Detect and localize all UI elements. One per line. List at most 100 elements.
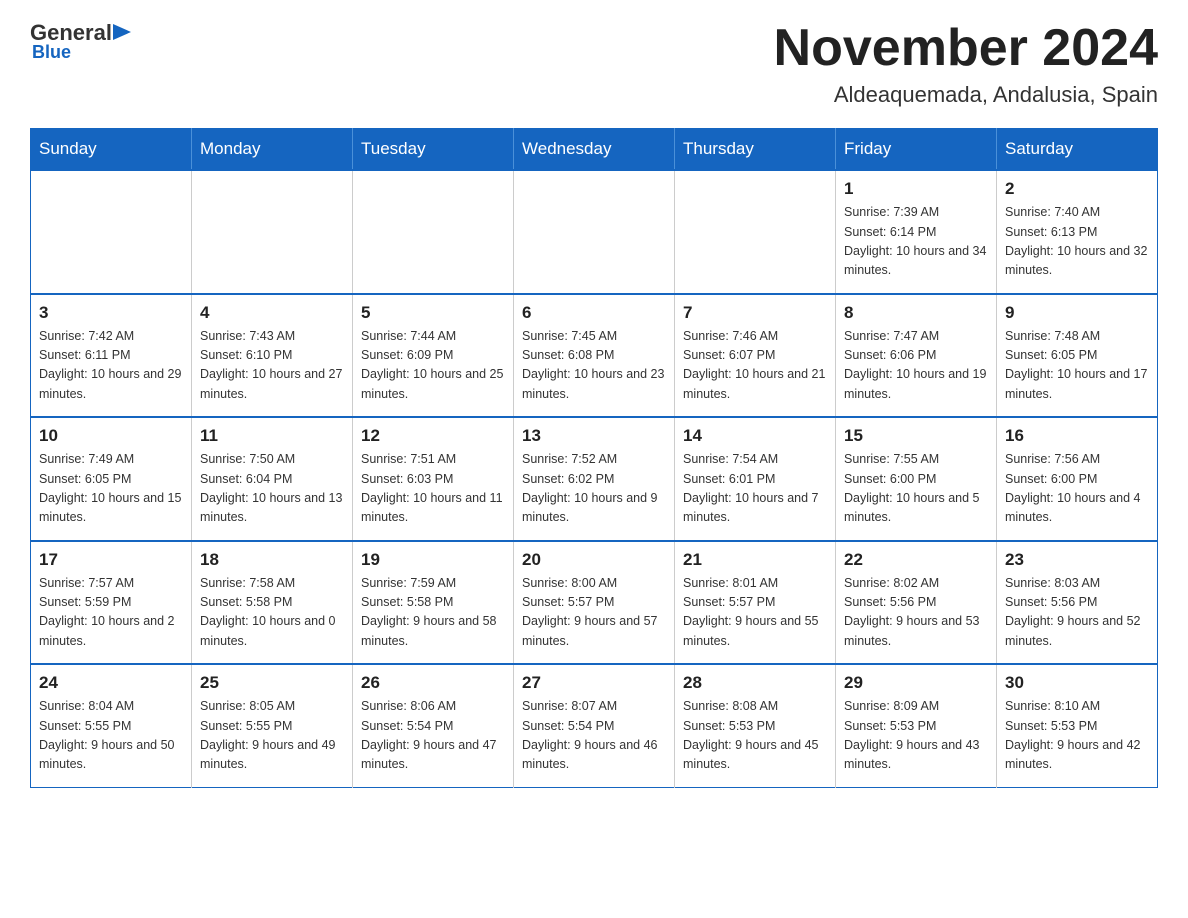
day-info: Sunrise: 7:44 AM Sunset: 6:09 PM Dayligh…: [361, 327, 505, 405]
calendar-cell: 28Sunrise: 8:08 AM Sunset: 5:53 PM Dayli…: [675, 664, 836, 787]
day-number: 20: [522, 550, 666, 570]
day-info: Sunrise: 7:40 AM Sunset: 6:13 PM Dayligh…: [1005, 203, 1149, 281]
calendar-cell: 30Sunrise: 8:10 AM Sunset: 5:53 PM Dayli…: [997, 664, 1158, 787]
calendar-table: SundayMondayTuesdayWednesdayThursdayFrid…: [30, 128, 1158, 788]
calendar-week-row: 17 Sunrise: 7:57 AM Sunset: 5:59 PM Dayli…: [31, 541, 1158, 665]
day-number: 26: [361, 673, 505, 693]
calendar-cell: 9Sunrise: 7:48 AM Sunset: 6:05 PM Daylig…: [997, 294, 1158, 418]
calendar-cell: 1 Sunrise: 7:39 AM Sunset: 6:14 PM Daylig…: [836, 170, 997, 294]
calendar-cell: 22 Sunrise: 8:02 AM Sunset: 5:56 PM Dayli…: [836, 541, 997, 665]
calendar-cell: 12 Sunrise: 7:51 AM Sunset: 6:03 PM Dayli…: [353, 417, 514, 541]
day-number: 14: [683, 426, 827, 446]
day-number: 12: [361, 426, 505, 446]
calendar-cell: 8 Sunrise: 7:47 AM Sunset: 6:06 PM Daylig…: [836, 294, 997, 418]
day-info: Sunrise: 7:55 AM Sunset: 6:00 PM Dayligh…: [844, 450, 988, 528]
day-info: Sunrise: 8:00 AM Sunset: 5:57 PM Dayligh…: [522, 574, 666, 652]
day-info: Sunrise: 7:57 AM Sunset: 5:59 PM Dayligh…: [39, 574, 183, 652]
day-number: 27: [522, 673, 666, 693]
calendar-cell: 7Sunrise: 7:46 AM Sunset: 6:07 PM Daylig…: [675, 294, 836, 418]
calendar-cell: 5 Sunrise: 7:44 AM Sunset: 6:09 PM Daylig…: [353, 294, 514, 418]
day-number: 13: [522, 426, 666, 446]
day-info: Sunrise: 7:47 AM Sunset: 6:06 PM Dayligh…: [844, 327, 988, 405]
day-number: 28: [683, 673, 827, 693]
day-header-thursday: Thursday: [675, 129, 836, 171]
month-title: November 2024: [774, 20, 1158, 77]
day-info: Sunrise: 7:50 AM Sunset: 6:04 PM Dayligh…: [200, 450, 344, 528]
day-info: Sunrise: 8:04 AM Sunset: 5:55 PM Dayligh…: [39, 697, 183, 775]
day-info: Sunrise: 7:46 AM Sunset: 6:07 PM Dayligh…: [683, 327, 827, 405]
calendar-cell: 21 Sunrise: 8:01 AM Sunset: 5:57 PM Dayli…: [675, 541, 836, 665]
calendar-cell: [514, 170, 675, 294]
day-info: Sunrise: 7:51 AM Sunset: 6:03 PM Dayligh…: [361, 450, 505, 528]
day-header-sunday: Sunday: [31, 129, 192, 171]
calendar-header-row: SundayMondayTuesdayWednesdayThursdayFrid…: [31, 129, 1158, 171]
day-info: Sunrise: 7:56 AM Sunset: 6:00 PM Dayligh…: [1005, 450, 1149, 528]
page-header: General Blue November 2024 Aldeaquemada,…: [30, 20, 1158, 108]
day-info: Sunrise: 7:43 AM Sunset: 6:10 PM Dayligh…: [200, 327, 344, 405]
calendar-cell: [31, 170, 192, 294]
calendar-week-row: 10 Sunrise: 7:49 AM Sunset: 6:05 PM Dayli…: [31, 417, 1158, 541]
title-section: November 2024 Aldeaquemada, Andalusia, S…: [774, 20, 1158, 108]
day-number: 1: [844, 179, 988, 199]
day-info: Sunrise: 7:59 AM Sunset: 5:58 PM Dayligh…: [361, 574, 505, 652]
day-number: 3: [39, 303, 183, 323]
calendar-cell: 20 Sunrise: 8:00 AM Sunset: 5:57 PM Dayli…: [514, 541, 675, 665]
day-number: 6: [522, 303, 666, 323]
day-info: Sunrise: 7:42 AM Sunset: 6:11 PM Dayligh…: [39, 327, 183, 405]
day-header-friday: Friday: [836, 129, 997, 171]
day-number: 21: [683, 550, 827, 570]
calendar-cell: 23 Sunrise: 8:03 AM Sunset: 5:56 PM Dayli…: [997, 541, 1158, 665]
day-info: Sunrise: 8:02 AM Sunset: 5:56 PM Dayligh…: [844, 574, 988, 652]
day-header-saturday: Saturday: [997, 129, 1158, 171]
day-header-wednesday: Wednesday: [514, 129, 675, 171]
day-number: 5: [361, 303, 505, 323]
day-number: 4: [200, 303, 344, 323]
day-header-monday: Monday: [192, 129, 353, 171]
day-info: Sunrise: 7:52 AM Sunset: 6:02 PM Dayligh…: [522, 450, 666, 528]
calendar-cell: 27 Sunrise: 8:07 AM Sunset: 5:54 PM Dayli…: [514, 664, 675, 787]
day-number: 19: [361, 550, 505, 570]
calendar-cell: 24 Sunrise: 8:04 AM Sunset: 5:55 PM Dayli…: [31, 664, 192, 787]
calendar-week-row: 1 Sunrise: 7:39 AM Sunset: 6:14 PM Daylig…: [31, 170, 1158, 294]
day-info: Sunrise: 8:05 AM Sunset: 5:55 PM Dayligh…: [200, 697, 344, 775]
day-number: 10: [39, 426, 183, 446]
day-number: 29: [844, 673, 988, 693]
day-number: 18: [200, 550, 344, 570]
day-info: Sunrise: 8:10 AM Sunset: 5:53 PM Dayligh…: [1005, 697, 1149, 775]
calendar-cell: [675, 170, 836, 294]
calendar-cell: 6Sunrise: 7:45 AM Sunset: 6:08 PM Daylig…: [514, 294, 675, 418]
calendar-cell: [353, 170, 514, 294]
day-number: 23: [1005, 550, 1149, 570]
day-number: 15: [844, 426, 988, 446]
calendar-cell: 11 Sunrise: 7:50 AM Sunset: 6:04 PM Dayli…: [192, 417, 353, 541]
calendar-cell: 13 Sunrise: 7:52 AM Sunset: 6:02 PM Dayli…: [514, 417, 675, 541]
day-number: 11: [200, 426, 344, 446]
day-number: 25: [200, 673, 344, 693]
day-info: Sunrise: 7:39 AM Sunset: 6:14 PM Dayligh…: [844, 203, 988, 281]
day-number: 16: [1005, 426, 1149, 446]
calendar-cell: 26 Sunrise: 8:06 AM Sunset: 5:54 PM Dayli…: [353, 664, 514, 787]
day-number: 17: [39, 550, 183, 570]
calendar-week-row: 24 Sunrise: 8:04 AM Sunset: 5:55 PM Dayli…: [31, 664, 1158, 787]
day-header-tuesday: Tuesday: [353, 129, 514, 171]
day-info: Sunrise: 8:07 AM Sunset: 5:54 PM Dayligh…: [522, 697, 666, 775]
calendar-week-row: 3 Sunrise: 7:42 AM Sunset: 6:11 PM Daylig…: [31, 294, 1158, 418]
day-info: Sunrise: 8:09 AM Sunset: 5:53 PM Dayligh…: [844, 697, 988, 775]
logo: General Blue: [30, 20, 132, 63]
day-number: 24: [39, 673, 183, 693]
logo-triangle-icon: [113, 24, 131, 42]
day-info: Sunrise: 7:54 AM Sunset: 6:01 PM Dayligh…: [683, 450, 827, 528]
calendar-cell: 4 Sunrise: 7:43 AM Sunset: 6:10 PM Daylig…: [192, 294, 353, 418]
calendar-cell: [192, 170, 353, 294]
day-number: 2: [1005, 179, 1149, 199]
day-info: Sunrise: 8:03 AM Sunset: 5:56 PM Dayligh…: [1005, 574, 1149, 652]
day-number: 8: [844, 303, 988, 323]
day-info: Sunrise: 8:01 AM Sunset: 5:57 PM Dayligh…: [683, 574, 827, 652]
calendar-cell: 2 Sunrise: 7:40 AM Sunset: 6:13 PM Daylig…: [997, 170, 1158, 294]
calendar-cell: 10 Sunrise: 7:49 AM Sunset: 6:05 PM Dayli…: [31, 417, 192, 541]
calendar-cell: 15 Sunrise: 7:55 AM Sunset: 6:00 PM Dayli…: [836, 417, 997, 541]
day-info: Sunrise: 8:06 AM Sunset: 5:54 PM Dayligh…: [361, 697, 505, 775]
day-info: Sunrise: 7:49 AM Sunset: 6:05 PM Dayligh…: [39, 450, 183, 528]
day-number: 9: [1005, 303, 1149, 323]
day-number: 22: [844, 550, 988, 570]
